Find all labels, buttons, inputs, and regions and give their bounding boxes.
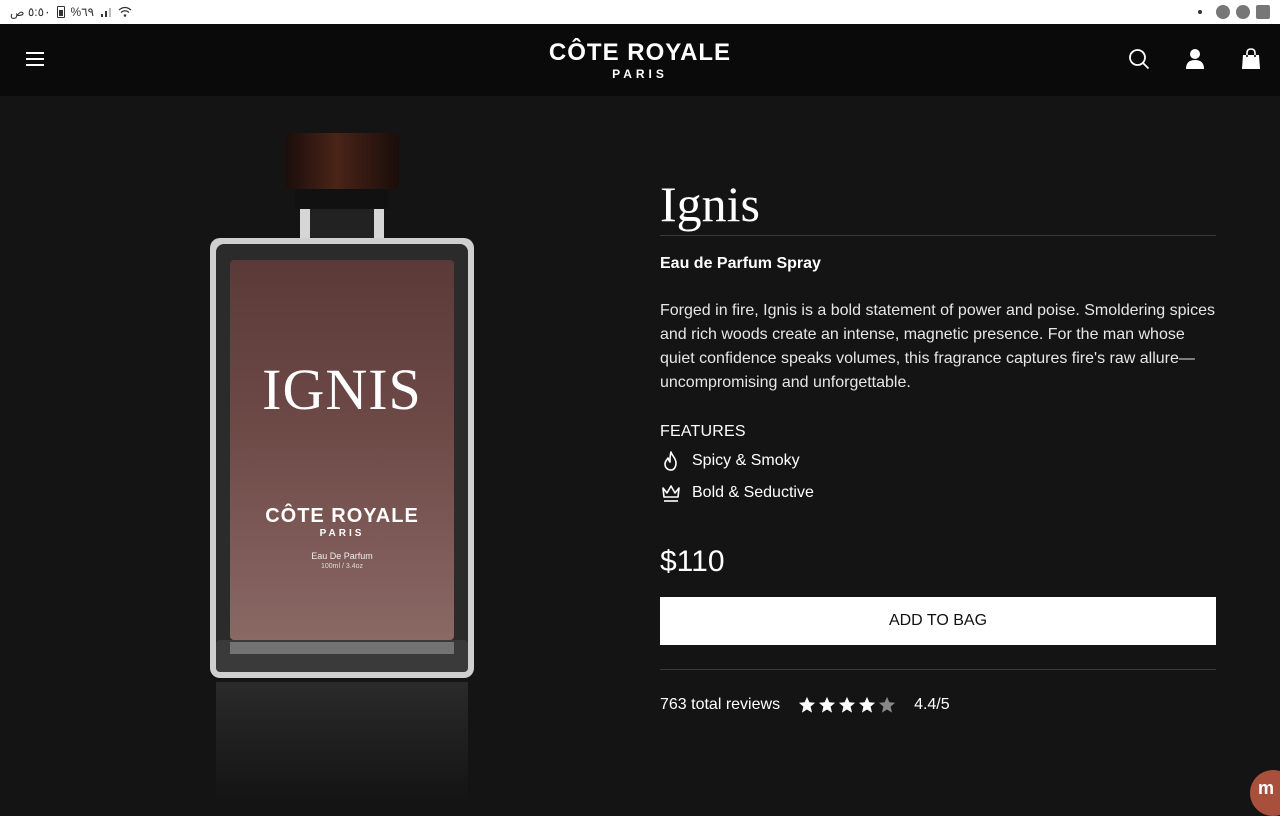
reviews-summary[interactable]: 763 total reviews 4.4/5 [660, 696, 1216, 714]
perfume-bottle-image [150, 120, 530, 800]
rating-value: 4.4/5 [914, 696, 950, 714]
status-time: ٥:٥٠ ص [10, 5, 51, 19]
app-notification-icon [1216, 5, 1230, 19]
product-type: Eau de Parfum Spray [660, 255, 1216, 273]
floating-app-badge[interactable]: m [1250, 770, 1280, 816]
header-actions [1128, 48, 1262, 70]
brand-logo[interactable]: CÔTE ROYALE PARIS [540, 40, 740, 81]
product-name: Ignis [660, 176, 1216, 232]
site-header: CÔTE ROYALE PARIS [0, 24, 1280, 96]
product-price: $110 [660, 545, 1216, 579]
star-rating [798, 696, 896, 714]
wifi-icon [118, 6, 132, 18]
notification-dot-icon [1198, 10, 1202, 14]
bottle-type: Eau De Parfum [210, 551, 474, 561]
bottle-size: 100ml / 3.4oz [210, 563, 474, 570]
bottle-title: IGNIS [210, 356, 474, 423]
bottle-brand: CÔTE ROYALE [210, 505, 474, 528]
feature-item: Bold & Seductive [660, 481, 1216, 505]
shopping-bag-icon[interactable] [1240, 48, 1262, 70]
product-image: IGNIS CÔTE ROYALE PARIS Eau De Parfum 10… [150, 120, 530, 800]
flame-icon [660, 450, 682, 472]
battery-level: %٦٩ [71, 5, 95, 19]
bottle-city: PARIS [210, 528, 474, 539]
hamburger-line [26, 64, 44, 66]
app-notification-icon [1236, 5, 1250, 19]
feature-label: Bold & Seductive [692, 484, 814, 502]
hamburger-line [26, 52, 44, 54]
feature-item: Spicy & Smoky [660, 449, 1216, 473]
account-icon[interactable] [1184, 48, 1206, 70]
status-bar-left: ٥:٥٠ ص %٦٩ [10, 5, 132, 19]
hamburger-line [26, 58, 44, 60]
product-info: Ignis Eau de Parfum Spray Forged in fire… [660, 176, 1216, 714]
image-notification-icon [1256, 5, 1270, 19]
reviews-count: 763 total reviews [660, 696, 780, 714]
status-bar: ٥:٥٠ ص %٦٩ [0, 0, 1280, 24]
status-bar-right [1198, 5, 1270, 19]
battery-icon [57, 6, 65, 18]
divider [660, 235, 1216, 236]
star-icon [858, 696, 876, 714]
star-icon [838, 696, 856, 714]
crown-icon [660, 482, 682, 504]
star-icon [798, 696, 816, 714]
product-description: Forged in fire, Ignis is a bold statemen… [660, 299, 1216, 395]
logo-main-text: CÔTE ROYALE [540, 40, 740, 66]
menu-button[interactable] [26, 52, 46, 68]
star-empty-icon [878, 696, 896, 714]
signal-icon [100, 6, 112, 18]
divider [660, 669, 1216, 670]
add-to-bag-button[interactable]: ADD TO BAG [660, 597, 1216, 645]
feature-label: Spicy & Smoky [692, 452, 800, 470]
features-heading: FEATURES [660, 423, 1216, 441]
logo-sub-text: PARIS [540, 67, 740, 81]
search-icon[interactable] [1128, 48, 1150, 70]
star-icon [818, 696, 836, 714]
